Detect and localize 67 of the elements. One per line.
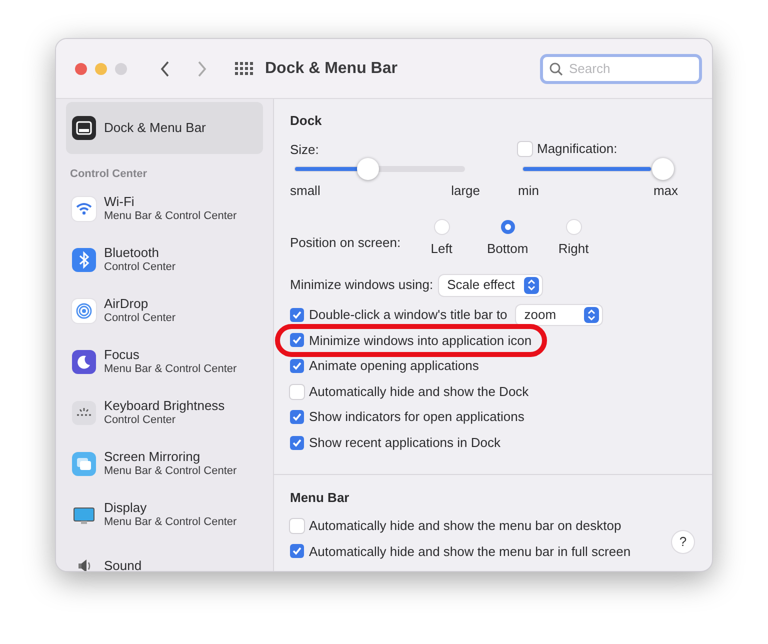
radio-label: Left bbox=[430, 240, 452, 258]
slider-label: small bbox=[290, 182, 320, 200]
checkbox[interactable] bbox=[518, 142, 532, 156]
checkbox-label: Automatically hide and show the menu bar on desktop bbox=[309, 517, 622, 536]
checkbox[interactable] bbox=[290, 384, 304, 399]
checkbox[interactable] bbox=[290, 333, 304, 348]
checkbox-label: Automatically hide and show the menu bar in full screen bbox=[309, 542, 631, 561]
slider-label: large bbox=[451, 182, 480, 200]
close-button[interactable] bbox=[75, 62, 87, 74]
field-label: Position on screen: bbox=[290, 234, 401, 252]
checkbox[interactable] bbox=[290, 518, 304, 533]
checkbox[interactable] bbox=[290, 436, 304, 450]
sidebar-item[interactable]: Bluetooth Control Center bbox=[66, 240, 263, 280]
checkbox-label: Minimize windows into application icon bbox=[309, 332, 532, 350]
checkbox-label: Magnification: bbox=[537, 140, 618, 158]
slider-label: min bbox=[518, 182, 539, 200]
field-label: Minimize windows using: bbox=[290, 276, 434, 294]
field-label: Size: bbox=[290, 140, 320, 158]
back-icon[interactable] bbox=[160, 60, 170, 76]
checkbox[interactable] bbox=[290, 410, 304, 424]
wifi-icon bbox=[72, 196, 96, 220]
sidebar-item[interactable]: Screen Mirroring Menu Bar & Control Center bbox=[66, 444, 263, 484]
radio-button[interactable] bbox=[434, 220, 449, 234]
slider-thumb[interactable] bbox=[652, 158, 674, 180]
forward-icon[interactable] bbox=[197, 60, 207, 76]
checkbox-label: Automatically hide and show the Dock bbox=[309, 382, 529, 401]
search-input[interactable]: Search bbox=[569, 58, 689, 78]
sidebar-item[interactable]: Display Menu Bar & Control Center bbox=[66, 494, 263, 534]
slider-thumb[interactable] bbox=[356, 158, 379, 180]
sidebar-item[interactable]: Dock & Menu Bar bbox=[66, 102, 263, 154]
sidebar-item[interactable]: Focus Menu Bar & Control Center bbox=[66, 342, 263, 382]
sidebar-item[interactable]: AirDrop Control Center bbox=[66, 290, 263, 330]
help-button[interactable]: ? bbox=[672, 531, 694, 553]
checkbox[interactable] bbox=[290, 308, 304, 322]
checkbox[interactable] bbox=[290, 358, 304, 373]
search-field[interactable]: Search bbox=[540, 54, 702, 84]
minimize-button[interactable] bbox=[95, 62, 107, 74]
stepper-icon bbox=[584, 306, 600, 323]
mirroring-icon bbox=[72, 452, 96, 476]
slider-label: max bbox=[653, 182, 678, 200]
search-icon bbox=[549, 62, 563, 76]
effect-dropdown[interactable]: Scale effect bbox=[439, 274, 542, 296]
focus-icon bbox=[72, 350, 96, 374]
checkbox-label: Double-click a window's title bar to bbox=[309, 306, 508, 324]
section-title: Dock bbox=[290, 112, 323, 130]
sidebar-item[interactable]: Sound bbox=[66, 546, 263, 571]
airdrop-icon bbox=[72, 298, 96, 322]
stepper-icon bbox=[524, 276, 539, 294]
sidebar-item[interactable]: Keyboard Brightness Control Center bbox=[66, 392, 263, 432]
dock-icon bbox=[72, 116, 96, 140]
checkbox-label: Animate opening applications bbox=[309, 357, 479, 376]
checkbox-label: Show indicators for open applications bbox=[309, 408, 524, 426]
checkbox[interactable] bbox=[290, 544, 304, 558]
sidebar-section-header: Control Center bbox=[70, 167, 148, 182]
radio-label: Bottom bbox=[486, 240, 528, 258]
bluetooth-icon bbox=[72, 248, 96, 272]
grid-icon[interactable] bbox=[235, 62, 253, 76]
sidebar-item[interactable]: Wi-Fi Menu Bar & Control Center bbox=[66, 188, 263, 228]
sound-icon bbox=[78, 558, 90, 571]
radio-button[interactable] bbox=[566, 220, 581, 234]
keyboard-icon bbox=[72, 400, 96, 424]
checkbox-label: Show recent applications in Dock bbox=[309, 434, 500, 452]
action-dropdown[interactable]: zoom bbox=[516, 304, 602, 325]
radio-button[interactable] bbox=[500, 220, 515, 234]
window-title: Dock & Menu Bar bbox=[265, 58, 398, 78]
radio-label: Right bbox=[558, 240, 589, 258]
section-title: Menu Bar bbox=[290, 489, 350, 508]
